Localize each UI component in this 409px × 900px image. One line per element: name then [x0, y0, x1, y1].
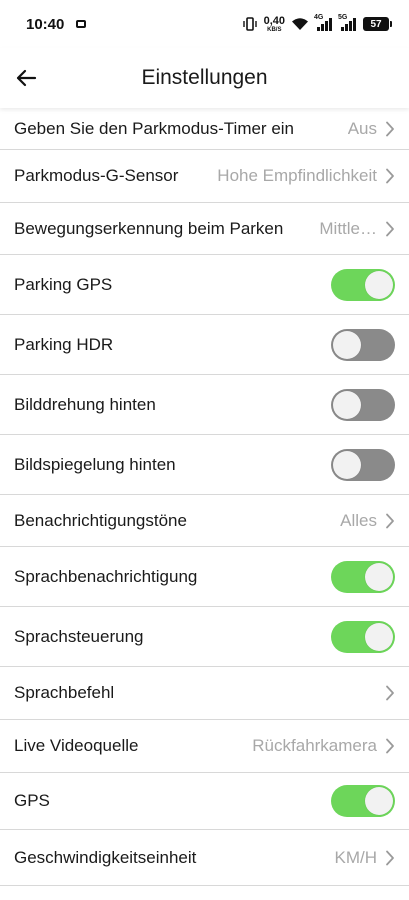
setting-control	[331, 388, 395, 421]
setting-control	[331, 620, 395, 653]
battery-level: 57	[370, 18, 382, 30]
battery-icon: 57	[363, 17, 392, 31]
setting-control: Hohe Empfindlichkeit	[217, 166, 395, 186]
app-header: Einstellungen	[0, 48, 409, 108]
setting-label: Live Videoquelle	[14, 736, 139, 755]
setting-control: Alles	[340, 511, 395, 531]
setting-label: GPS	[14, 791, 50, 810]
setting-control	[377, 685, 395, 701]
setting-row-bewegungserkennung-beim-parken[interactable]: Bewegungserkennung beim Parken Mittle…	[0, 203, 409, 255]
setting-control: Aus	[348, 119, 395, 139]
setting-value: Mittle…	[319, 218, 377, 238]
status-time: 10:40	[26, 15, 65, 33]
toggle-knob	[365, 787, 393, 815]
back-button[interactable]	[10, 62, 42, 94]
setting-row-sprachsteuerung[interactable]: Sprachsteuerung	[0, 607, 409, 667]
status-bar: 10:40 0,40 KB/S 4G 5G 57	[0, 0, 409, 48]
setting-label: Benachrichtigungstöne	[14, 510, 187, 530]
settings-list: Geben Sie den Parkmodus-Timer ein Aus Park…	[0, 108, 409, 886]
chevron-right-icon	[386, 221, 394, 236]
setting-row-bildspiegelung-hinten[interactable]: Bildspiegelung hinten	[0, 435, 409, 495]
toggle-switch[interactable]	[331, 388, 395, 421]
network-speed: 0,40 KB/S	[263, 14, 285, 33]
signal-4g-label: 4G	[314, 14, 324, 21]
setting-control	[331, 560, 395, 593]
setting-control	[331, 785, 395, 817]
setting-label: Geben Sie den Parkmodus-Timer ein	[14, 118, 295, 138]
toggle-switch[interactable]	[331, 448, 395, 481]
setting-label: Bewegungserkennung beim Parken	[14, 218, 284, 238]
setting-row-gps[interactable]: GPS	[0, 773, 409, 830]
notification-icon	[76, 20, 87, 28]
toggle-switch[interactable]	[331, 328, 395, 361]
toggle-knob	[333, 450, 361, 479]
setting-control	[331, 448, 395, 481]
setting-value: Alles	[340, 510, 377, 530]
setting-label: Sprachbefehl	[14, 683, 115, 702]
chevron-right-icon	[386, 168, 394, 184]
signal-5g-label: 5G	[338, 14, 348, 21]
network-speed-value: 0,40	[263, 14, 285, 27]
setting-row-sprachbenachrichtigung[interactable]: Sprachbenachrichtigung	[0, 547, 409, 607]
vibrate-icon	[242, 17, 257, 31]
setting-label: Parking GPS	[14, 274, 113, 294]
setting-control	[331, 328, 395, 361]
setting-control: KM/H	[335, 848, 396, 868]
chevron-right-icon	[386, 513, 394, 528]
toggle-knob	[333, 390, 361, 419]
setting-label: Parking HDR	[14, 334, 114, 354]
toggle-knob	[333, 330, 361, 359]
toggle-switch[interactable]	[331, 620, 395, 653]
setting-label: Parkmodus-G-Sensor	[14, 166, 179, 185]
setting-value: Aus	[347, 118, 377, 138]
setting-value: KM/H	[334, 847, 378, 867]
chevron-right-icon	[386, 121, 394, 136]
setting-row-live-videoquelle[interactable]: Live Videoquelle Rückfahrkamera	[0, 720, 409, 773]
chevron-right-icon	[386, 850, 394, 865]
setting-row-geschwindigkeitseinheit[interactable]: Geschwindigkeitseinheit KM/H	[0, 830, 409, 886]
toggle-switch[interactable]	[331, 268, 395, 301]
setting-control	[331, 268, 395, 301]
toggle-knob	[365, 622, 393, 651]
setting-control: Mittle…	[319, 219, 395, 239]
setting-row-sprachbefehl[interactable]: Sprachbefehl	[0, 667, 409, 720]
setting-row-benachrichtigungst-ne[interactable]: Benachrichtigungstöne Alles	[0, 495, 409, 547]
setting-row-parking-hdr[interactable]: Parking HDR	[0, 315, 409, 375]
setting-row-parkmodus-g-sensor[interactable]: Parkmodus-G-Sensor Hohe Empfindlichkeit	[0, 150, 409, 203]
status-icons: 0,40 KB/S 4G 5G 57	[242, 14, 392, 33]
toggle-switch[interactable]	[331, 560, 395, 593]
signal-4g: 4G	[314, 14, 333, 31]
signal-5g: 5G	[338, 14, 357, 31]
setting-row-geben-sie-den-parkmodus-timer-ein[interactable]: Geben Sie den Parkmodus-Timer ein Aus	[0, 108, 409, 150]
setting-control: Rückfahrkamera	[252, 736, 395, 756]
toggle-knob	[365, 270, 393, 299]
setting-label: Sprachbenachrichtigung	[14, 566, 198, 586]
setting-value: Rückfahrkamera	[252, 736, 377, 755]
setting-label: Sprachsteuerung	[14, 626, 144, 646]
wifi-icon	[292, 18, 308, 30]
setting-value: Hohe Empfindlichkeit	[217, 166, 377, 185]
setting-row-parking-gps[interactable]: Parking GPS	[0, 255, 409, 315]
setting-label: Geschwindigkeitseinheit	[14, 847, 197, 867]
page-title: Einstellungen	[141, 66, 268, 89]
network-speed-unit: KB/S	[267, 26, 282, 33]
toggle-knob	[365, 562, 393, 591]
setting-label: Bildspiegelung hinten	[14, 454, 176, 474]
setting-row-bilddrehung-hinten[interactable]: Bilddrehung hinten	[0, 375, 409, 435]
chevron-right-icon	[386, 738, 394, 754]
setting-label: Bilddrehung hinten	[14, 394, 156, 414]
chevron-right-icon	[386, 685, 394, 701]
toggle-switch[interactable]	[331, 785, 395, 817]
arrow-left-icon	[16, 69, 37, 87]
